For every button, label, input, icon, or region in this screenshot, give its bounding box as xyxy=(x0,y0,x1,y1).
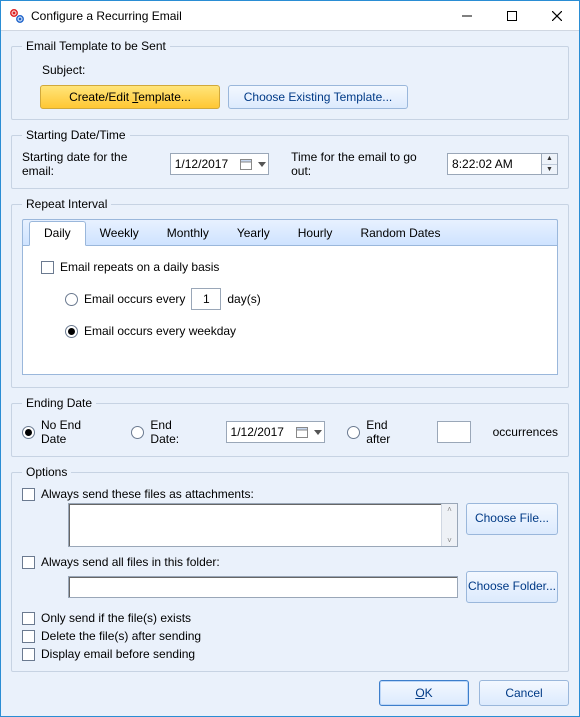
end-after-radio[interactable] xyxy=(347,426,360,439)
no-end-date-radio[interactable] xyxy=(22,426,35,439)
minimize-button[interactable] xyxy=(444,1,489,31)
subject-label: Subject: xyxy=(42,63,558,77)
repeats-daily-checkbox[interactable] xyxy=(41,261,54,274)
choose-folder-button[interactable]: Choose Folder... xyxy=(466,571,558,603)
display-before-checkbox[interactable] xyxy=(22,648,35,661)
delete-after-row[interactable]: Delete the file(s) after sending xyxy=(22,629,558,643)
end-date-row[interactable]: End Date: xyxy=(131,418,203,446)
attachments-scrollbar[interactable]: ˄˅ xyxy=(441,504,457,546)
tab-pane-daily: Email repeats on a daily basis Email occ… xyxy=(22,245,558,375)
dialog-footer: OK Cancel xyxy=(1,676,579,716)
no-end-date-label: No End Date xyxy=(41,418,109,446)
choose-folder-label: Choose Folder... xyxy=(468,580,556,593)
occurrences-label: occurrences xyxy=(493,425,558,439)
end-after-row[interactable]: End after xyxy=(347,418,414,446)
repeat-tabstrip: Daily Weekly Monthly Yearly Hourly Rando… xyxy=(22,219,558,245)
starting-datetime-group: Starting Date/Time Starting date for the… xyxy=(11,128,569,189)
spinner-down-icon: ▼ xyxy=(542,165,557,175)
start-date-label: Starting date for the email: xyxy=(22,150,162,178)
create-edit-template-button[interactable]: Create/Edit Template... xyxy=(40,85,220,109)
attachments-list-input[interactable]: ˄˅ xyxy=(68,503,458,547)
ok-label: OK xyxy=(415,686,432,700)
time-label: Time for the email to go out: xyxy=(291,150,439,178)
ending-date-group: Ending Date No End Date End Date: 1/12/2… xyxy=(11,396,569,457)
occurs-every-radio-row[interactable]: Email occurs every 1 day(s) xyxy=(65,288,541,310)
window-title: Configure a Recurring Email xyxy=(31,9,182,23)
start-date-picker[interactable]: 1/12/2017 xyxy=(170,153,269,175)
display-before-row[interactable]: Display email before sending xyxy=(22,647,558,661)
choose-existing-template-button[interactable]: Choose Existing Template... xyxy=(228,85,408,109)
options-legend: Options xyxy=(22,465,71,479)
occurs-every-prefix: Email occurs every xyxy=(84,292,185,306)
dropdown-icon xyxy=(314,425,322,439)
ending-date-legend: Ending Date xyxy=(22,396,96,410)
title-bar: Configure a Recurring Email xyxy=(1,1,579,31)
always-folder-label: Always send all files in this folder: xyxy=(41,555,220,569)
no-end-date-row[interactable]: No End Date xyxy=(22,418,109,446)
occurs-every-radio[interactable] xyxy=(65,293,78,306)
only-if-exists-label: Only send if the file(s) exists xyxy=(41,611,191,625)
tab-yearly[interactable]: Yearly xyxy=(223,222,284,245)
scroll-up-icon: ˄ xyxy=(447,505,452,514)
start-date-value: 1/12/2017 xyxy=(175,157,228,171)
app-icon xyxy=(9,8,25,24)
occurs-weekday-radio[interactable] xyxy=(65,325,78,338)
occurs-weekday-label: Email occurs every weekday xyxy=(84,324,236,338)
dialog-content: Email Template to be Sent Subject: Creat… xyxy=(1,31,579,676)
starting-datetime-legend: Starting Date/Time xyxy=(22,128,130,142)
tab-weekly[interactable]: Weekly xyxy=(86,222,153,245)
end-date-value: 1/12/2017 xyxy=(231,425,284,439)
tab-monthly[interactable]: Monthly xyxy=(153,222,223,245)
end-after-count-input[interactable] xyxy=(437,421,471,443)
cancel-button[interactable]: Cancel xyxy=(479,680,569,706)
email-template-group: Email Template to be Sent Subject: Creat… xyxy=(11,39,569,120)
delete-after-checkbox[interactable] xyxy=(22,630,35,643)
choose-file-label: Choose File... xyxy=(475,512,549,525)
always-attach-label: Always send these files as attachments: xyxy=(41,487,254,501)
tab-hourly[interactable]: Hourly xyxy=(284,222,347,245)
email-template-legend: Email Template to be Sent xyxy=(22,39,170,53)
time-picker[interactable]: 8:22:02 AM xyxy=(447,153,542,175)
maximize-button[interactable] xyxy=(489,1,534,31)
repeat-interval-legend: Repeat Interval xyxy=(22,197,111,211)
dropdown-icon xyxy=(258,157,266,171)
always-folder-row[interactable]: Always send all files in this folder: xyxy=(22,555,558,569)
repeat-interval-group: Repeat Interval Daily Weekly Monthly Yea… xyxy=(11,197,569,388)
occurs-weekday-radio-row[interactable]: Email occurs every weekday xyxy=(65,324,541,338)
scroll-down-icon: ˅ xyxy=(447,536,452,545)
tab-random[interactable]: Random Dates xyxy=(346,222,454,245)
occurs-every-days-input[interactable]: 1 xyxy=(191,288,221,310)
end-date-picker[interactable]: 1/12/2017 xyxy=(226,421,326,443)
only-if-exists-row[interactable]: Only send if the file(s) exists xyxy=(22,611,558,625)
always-attach-checkbox[interactable] xyxy=(22,488,35,501)
time-value: 8:22:02 AM xyxy=(452,157,513,171)
choose-existing-template-label: Choose Existing Template... xyxy=(244,90,393,104)
close-button[interactable] xyxy=(534,1,579,31)
delete-after-label: Delete the file(s) after sending xyxy=(41,629,201,643)
cancel-label: Cancel xyxy=(505,686,542,700)
repeats-daily-checkbox-row[interactable]: Email repeats on a daily basis xyxy=(41,260,541,274)
create-edit-template-label: Create/Edit Template... xyxy=(69,90,191,104)
dialog-window: Configure a Recurring Email Email Templa… xyxy=(0,0,580,717)
end-date-radio[interactable] xyxy=(131,426,144,439)
choose-file-button[interactable]: Choose File... xyxy=(466,503,558,535)
calendar-icon xyxy=(296,426,308,438)
always-attach-row[interactable]: Always send these files as attachments: xyxy=(22,487,558,501)
end-after-label: End after xyxy=(366,418,414,446)
options-group: Options Always send these files as attac… xyxy=(11,465,569,672)
ok-button[interactable]: OK xyxy=(379,680,469,706)
display-before-label: Display email before sending xyxy=(41,647,195,661)
end-date-label: End Date: xyxy=(150,418,203,446)
tab-daily[interactable]: Daily xyxy=(29,221,86,246)
time-spinner[interactable]: ▲ ▼ xyxy=(542,153,558,175)
always-folder-checkbox[interactable] xyxy=(22,556,35,569)
repeats-daily-label: Email repeats on a daily basis xyxy=(60,260,219,274)
folder-path-input[interactable] xyxy=(68,576,458,598)
spinner-up-icon: ▲ xyxy=(542,154,557,165)
occurs-every-suffix: day(s) xyxy=(227,292,260,306)
only-if-exists-checkbox[interactable] xyxy=(22,612,35,625)
calendar-icon xyxy=(240,158,252,170)
